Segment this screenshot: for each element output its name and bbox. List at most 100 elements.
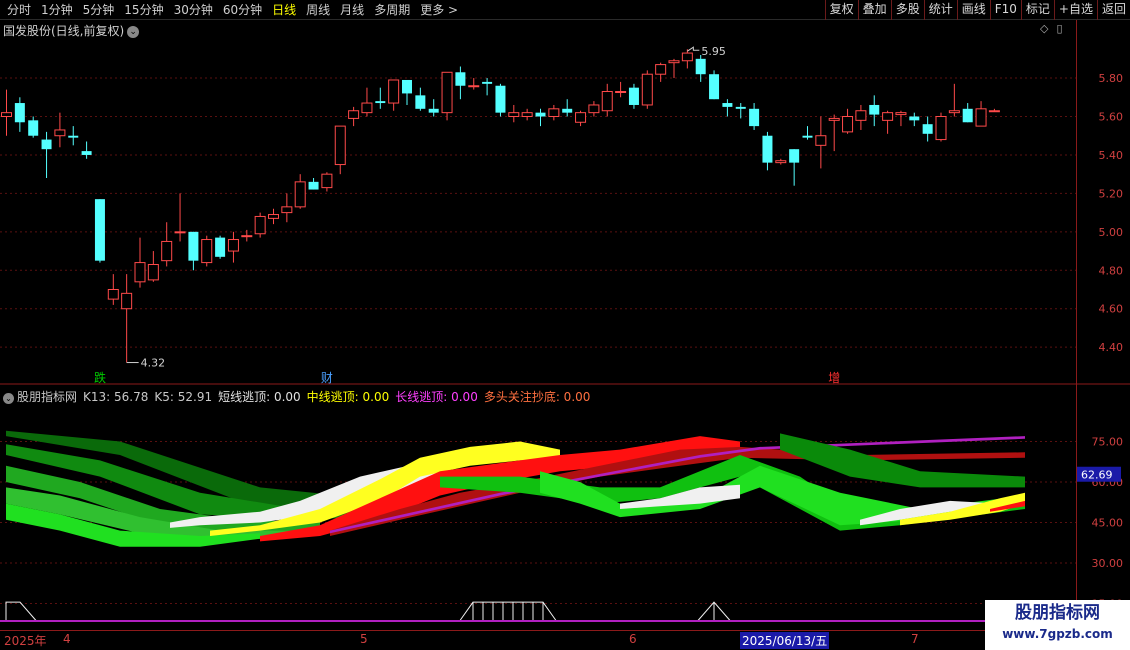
chevron-down-icon[interactable]: ⌄ [3, 393, 14, 404]
toolbar-button-5[interactable]: F10 [989, 0, 1021, 20]
candle-body [988, 110, 1000, 113]
period-tab-6[interactable]: 日线 [267, 2, 301, 18]
candle-body [775, 160, 787, 164]
candle-body [601, 91, 613, 112]
candle-body [201, 239, 213, 264]
candle-body [134, 262, 146, 283]
candle-body [215, 237, 226, 257]
toolbar-button-3[interactable]: 统计 [923, 0, 957, 20]
toolbar-button-2[interactable]: 多股 [890, 0, 924, 20]
date-year: 2025年 [4, 634, 47, 648]
high-price-label: 5.95 [701, 45, 726, 58]
date-cursor-label: 2025/06/13/五 [740, 632, 830, 649]
candle-body [54, 129, 66, 137]
watermark-sub: www.7gpzb.com [1002, 627, 1113, 641]
toolbar-button-8[interactable]: 返回 [1096, 0, 1130, 20]
price-tick-label: 4.40 [1099, 341, 1124, 354]
high-marker-arrow [687, 46, 700, 52]
period-tab-1[interactable]: 1分钟 [36, 2, 78, 18]
candle-body [268, 214, 279, 219]
axis-canvas: 5.805.605.405.205.004.804.604.4075.0060.… [1077, 72, 1130, 611]
period-tab-0[interactable]: 分时 [2, 2, 36, 18]
candle-body [41, 139, 52, 150]
k5-label: K5: 52.91 [154, 390, 213, 404]
candle-body [81, 151, 92, 155]
watermark-logo: 股朋指标网 www.7gpzb.com [985, 600, 1130, 650]
period-tab-8[interactable]: 月线 [335, 2, 369, 18]
watermark-main: 股朋指标网 [1015, 603, 1100, 623]
date-month-7: 7 [911, 632, 919, 646]
price-tick-label: 5.00 [1099, 226, 1124, 239]
candle-body [962, 108, 973, 123]
window-icon[interactable]: ▯ [1056, 22, 1062, 35]
candle-body [308, 181, 319, 190]
candle-body [815, 135, 827, 146]
event-marker-2: 增 [828, 371, 840, 385]
period-tab-2[interactable]: 5分钟 [78, 2, 120, 18]
candle-body [254, 215, 266, 235]
candle-body [94, 199, 105, 261]
candle-body [227, 239, 239, 252]
candle-body [281, 206, 293, 214]
candle-body [735, 106, 746, 109]
event-marker-0: 跌 [94, 370, 106, 385]
toolbar-button-0[interactable]: 复权 [824, 0, 858, 20]
stock-title-bar: 国发股份(日线,前复权) ⌄ [3, 22, 140, 39]
candle-body [641, 73, 653, 106]
candle-body [441, 71, 453, 114]
candle-body [909, 116, 920, 121]
candle-body [495, 85, 506, 113]
signal-shape-1 [5, 601, 37, 621]
price-tick-label: 4.60 [1099, 303, 1124, 316]
candle-body [174, 231, 186, 234]
date-axis: 2025年 4 5 6 7 2025/06/13/五 [0, 630, 1130, 650]
candle-body [455, 72, 466, 86]
candle-body [294, 181, 306, 208]
candle-body [334, 125, 346, 166]
candle-body [655, 64, 667, 75]
period-toolbar: 分时 1分钟 5分钟 15分钟 30分钟 60分钟 日线 周线 月线 多周期 更多 > 复权 叠加 多股… [0, 0, 1130, 20]
period-tab-5[interactable]: 60分钟 [218, 2, 267, 18]
indicator-tick-label: 30.00 [1092, 557, 1124, 570]
toolbar-button-1[interactable]: 叠加 [857, 0, 891, 20]
current-value-label: 62.69 [1081, 469, 1113, 482]
chart-area[interactable]: 5.95 4.32 跌 财 增 [0, 20, 1076, 630]
candle-body [948, 110, 960, 114]
chart-canvas[interactable]: 5.95 4.32 跌 财 增 [0, 20, 1076, 630]
signal-shape-3 [697, 601, 731, 621]
date-month-5: 5 [360, 632, 368, 646]
candle-body [789, 149, 800, 163]
diamond-icon[interactable]: ◇ [1040, 22, 1048, 35]
candle-body [482, 81, 493, 84]
price-tick-label: 5.20 [1099, 187, 1124, 200]
candle-body [107, 289, 119, 300]
candle-body [922, 124, 933, 134]
candle-body [147, 264, 159, 281]
chevron-down-icon[interactable]: ⌄ [127, 25, 140, 38]
price-tick-label: 5.80 [1099, 72, 1124, 85]
candle-body [882, 112, 894, 121]
candle-body [521, 112, 533, 118]
toolbar-button-4[interactable]: 画线 [956, 0, 990, 20]
toolbar-button-7[interactable]: +自选 [1053, 0, 1097, 20]
period-tab-10[interactable]: 更多 > [415, 2, 463, 18]
candle-body [762, 135, 773, 163]
stock-title: 国发股份(日线,前复权) [3, 24, 125, 38]
date-month-6: 6 [629, 632, 637, 646]
candle-body [321, 173, 333, 189]
price-tick-label: 5.60 [1099, 111, 1124, 124]
candle-body [562, 108, 573, 113]
period-tab-9[interactable]: 多周期 [369, 2, 415, 18]
candle-body [348, 110, 360, 119]
indicator-name[interactable]: 股朋指标网 [17, 390, 77, 404]
candle-body [508, 112, 520, 118]
toolbar-button-6[interactable]: 标记 [1020, 0, 1054, 20]
candle-body [415, 95, 426, 109]
candle-body [935, 116, 947, 141]
price-tick-label: 5.40 [1099, 149, 1124, 162]
candle-body [828, 117, 840, 121]
period-tab-3[interactable]: 15分钟 [119, 2, 168, 18]
period-tab-7[interactable]: 周线 [301, 2, 335, 18]
k13-label: K13: 56.78 [83, 390, 149, 404]
period-tab-4[interactable]: 30分钟 [169, 2, 218, 18]
